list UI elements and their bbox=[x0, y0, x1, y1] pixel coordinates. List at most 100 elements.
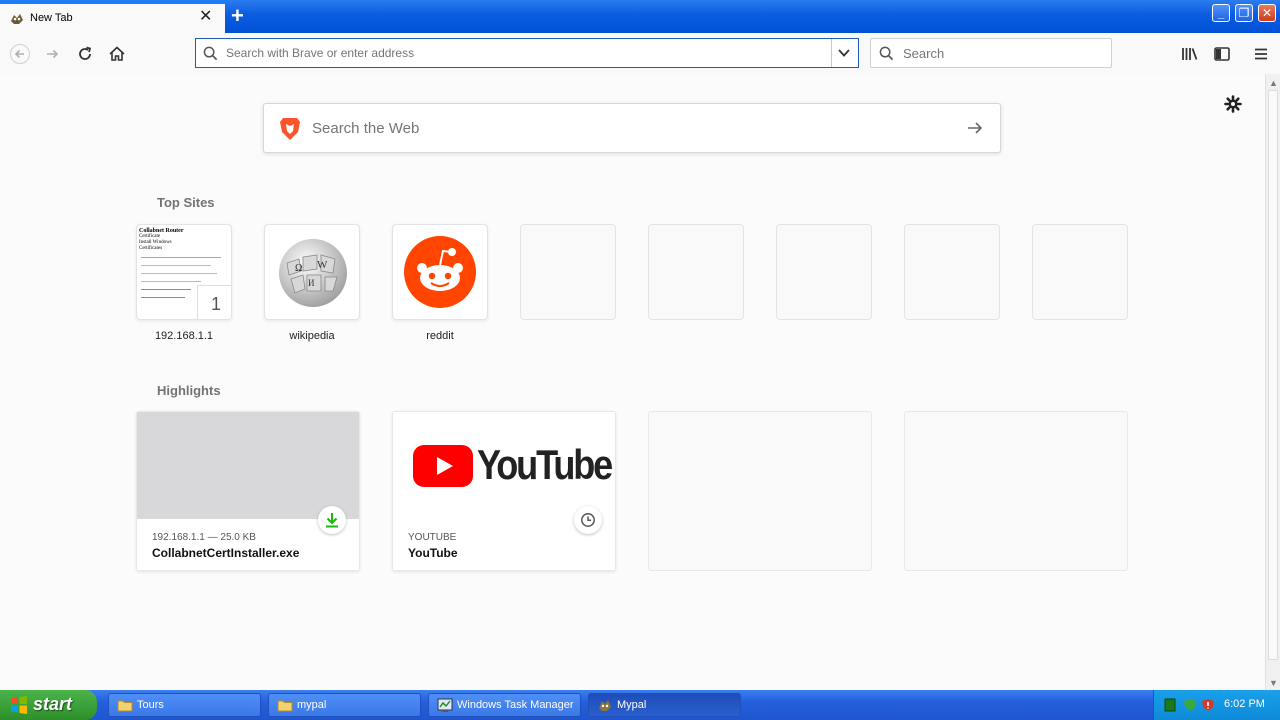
taskbar: start Tours mypal Windows Task Manager M… bbox=[0, 690, 1280, 720]
web-search-input[interactable] bbox=[310, 119, 914, 138]
arrow-right-icon[interactable] bbox=[966, 120, 984, 136]
close-window-button[interactable]: ✕ bbox=[1258, 4, 1276, 22]
taskbar-item-label: Mypal bbox=[617, 699, 647, 711]
top-site-empty bbox=[648, 224, 744, 320]
restore-button[interactable]: ❐ bbox=[1235, 4, 1253, 22]
url-input[interactable] bbox=[224, 45, 818, 61]
tab-close-icon[interactable]: ✕ bbox=[199, 9, 212, 25]
search-bar[interactable] bbox=[870, 38, 1112, 68]
forward-icon[interactable] bbox=[43, 44, 63, 64]
scroll-thumb[interactable] bbox=[1268, 90, 1278, 660]
back-icon[interactable] bbox=[10, 44, 30, 64]
top-site-192-168-1-1[interactable]: Collabnet Router Certificate Install Win… bbox=[136, 224, 232, 342]
highlight-context: YOUTUBE bbox=[408, 532, 457, 543]
task-manager-icon bbox=[437, 698, 453, 712]
top-site-reddit[interactable]: reddit bbox=[392, 224, 488, 342]
web-search-box[interactable] bbox=[263, 103, 1001, 153]
menu-icon[interactable] bbox=[1251, 44, 1271, 64]
taskbar-item-mypal-browser[interactable]: Mypal bbox=[588, 693, 741, 717]
folder-icon bbox=[117, 700, 133, 712]
highlight-card-empty bbox=[648, 411, 872, 571]
site-thumbnail[interactable] bbox=[392, 224, 488, 320]
top-site-empty bbox=[1032, 224, 1128, 320]
top-sites-heading: Top Sites bbox=[157, 195, 215, 210]
download-badge bbox=[318, 506, 346, 534]
new-tab-button[interactable]: + bbox=[231, 5, 244, 27]
taskbar-item-label: mypal bbox=[297, 699, 327, 711]
system-tray: 6:02 PM bbox=[1153, 690, 1280, 720]
top-site-empty bbox=[776, 224, 872, 320]
scroll-down-icon[interactable]: ▼ bbox=[1269, 678, 1278, 688]
site-label: reddit bbox=[426, 330, 454, 342]
site-thumbnail[interactable]: Collabnet Router Certificate Install Win… bbox=[136, 224, 232, 320]
taskbar-item-task-manager[interactable]: Windows Task Manager bbox=[428, 693, 581, 717]
url-bar-divider bbox=[831, 39, 832, 67]
navigation-toolbar bbox=[0, 33, 1280, 75]
chevron-down-icon[interactable] bbox=[837, 47, 851, 59]
search-input[interactable] bbox=[901, 45, 1105, 62]
sidebar-icon[interactable] bbox=[1212, 44, 1232, 64]
youtube-play-icon bbox=[413, 445, 473, 487]
start-button[interactable]: start bbox=[0, 690, 97, 720]
empty-tile bbox=[520, 224, 616, 320]
taskbar-item-label: Windows Task Manager bbox=[457, 699, 574, 711]
new-tab-page: Top Sites Collabnet Router Certificate I… bbox=[0, 74, 1265, 690]
site-badge: 1 bbox=[197, 285, 231, 319]
tab-title: New Tab bbox=[30, 12, 73, 24]
highlights-heading: Highlights bbox=[157, 383, 221, 398]
title-bar: New Tab ✕ + _ ❐ ✕ bbox=[0, 0, 1280, 33]
highlight-card-youtube[interactable]: YouTube YOUTUBE YouTube bbox=[392, 411, 616, 571]
home-icon[interactable] bbox=[107, 44, 127, 64]
url-bar[interactable] bbox=[195, 38, 859, 68]
highlight-card-download[interactable]: 192.168.1.1 — 25.0 KB CollabnetCertInsta… bbox=[136, 411, 360, 571]
history-badge bbox=[574, 506, 602, 534]
taskbar-item-mypal-folder[interactable]: mypal bbox=[268, 693, 421, 717]
highlight-thumbnail: YouTube bbox=[393, 412, 615, 519]
mypal-favicon-icon bbox=[11, 14, 23, 24]
tab-new-tab[interactable]: New Tab ✕ bbox=[0, 2, 225, 33]
empty-tile bbox=[904, 224, 1000, 320]
search-icon bbox=[879, 46, 894, 61]
wikipedia-globe-icon: Ω W И bbox=[279, 237, 347, 307]
top-site-wikipedia[interactable]: Ω W И wikipedia bbox=[264, 224, 360, 342]
site-label: 192.168.1.1 bbox=[154, 330, 214, 342]
folder-icon bbox=[277, 700, 293, 712]
youtube-logo-text: YouTube bbox=[477, 441, 613, 488]
top-site-empty bbox=[520, 224, 616, 320]
reload-icon[interactable] bbox=[75, 44, 95, 64]
reddit-logo-icon bbox=[404, 236, 476, 308]
clock: 6:02 PM bbox=[1224, 698, 1265, 710]
download-icon bbox=[326, 513, 338, 528]
empty-tile bbox=[776, 224, 872, 320]
top-site-empty bbox=[904, 224, 1000, 320]
minimize-button[interactable]: _ bbox=[1212, 4, 1230, 22]
network-icon[interactable] bbox=[1164, 698, 1176, 712]
site-label: wikipedia bbox=[289, 330, 335, 342]
svg-text:И: И bbox=[308, 278, 315, 288]
highlight-card-empty bbox=[904, 411, 1128, 571]
svg-text:Ω: Ω bbox=[295, 263, 302, 274]
search-icon bbox=[203, 46, 218, 61]
start-label: start bbox=[33, 694, 73, 714]
svg-text:W: W bbox=[317, 259, 328, 271]
brave-logo-icon bbox=[280, 118, 300, 140]
security-shield-icon[interactable] bbox=[1183, 698, 1197, 712]
highlight-context: 192.168.1.1 — 25.0 KB bbox=[152, 532, 256, 543]
site-thumbnail[interactable]: Ω W И bbox=[264, 224, 360, 320]
alert-shield-icon[interactable] bbox=[1201, 698, 1215, 712]
mypal-icon bbox=[599, 700, 611, 711]
screenshot-line: Certificates bbox=[139, 246, 163, 251]
taskbar-item-label: Tours bbox=[137, 699, 164, 711]
library-icon[interactable] bbox=[1180, 44, 1200, 64]
highlight-thumbnail bbox=[137, 412, 359, 519]
vertical-scrollbar[interactable]: ▲ ▼ bbox=[1265, 74, 1280, 690]
scroll-up-icon[interactable]: ▲ bbox=[1269, 78, 1278, 88]
clock-icon bbox=[581, 513, 595, 527]
empty-tile bbox=[648, 224, 744, 320]
gear-icon[interactable] bbox=[1223, 94, 1243, 114]
highlight-title: YouTube bbox=[408, 546, 458, 560]
taskbar-item-tours[interactable]: Tours bbox=[108, 693, 261, 717]
empty-tile bbox=[1032, 224, 1128, 320]
highlight-title: CollabnetCertInstaller.exe bbox=[152, 546, 300, 560]
windows-logo-icon bbox=[11, 696, 27, 714]
